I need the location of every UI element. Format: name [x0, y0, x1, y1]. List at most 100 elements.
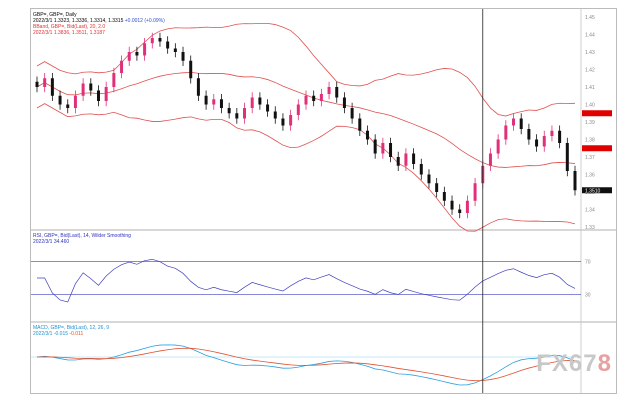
- candle-body: [58, 95, 62, 105]
- candle-body: [158, 38, 162, 42]
- candle-body: [189, 60, 193, 79]
- candle-body: [419, 164, 423, 175]
- candle-body: [312, 95, 316, 101]
- price-marker: [582, 145, 612, 152]
- candle-body: [304, 95, 308, 105]
- candle-body: [273, 111, 277, 119]
- candle-body: [289, 115, 293, 126]
- candle-body: [412, 153, 416, 164]
- price-tick-label: 1.44: [585, 33, 595, 39]
- candle-body: [250, 97, 254, 108]
- price-tick-label: 1.34: [585, 208, 595, 214]
- candle-body: [512, 118, 516, 126]
- candle-body: [89, 83, 93, 91]
- candle-body: [219, 99, 223, 108]
- candle-body: [573, 171, 577, 191]
- bband-middle: [36, 71, 576, 168]
- price-tick-label: 1.37: [585, 155, 595, 161]
- macd-values-row: 2022/3/1 -0.015 -0.011: [33, 331, 109, 337]
- macd-signal-line: [36, 347, 576, 382]
- price-tick-label: 1.39: [585, 120, 595, 126]
- candle-body: [319, 94, 323, 101]
- candle-body: [365, 130, 369, 140]
- candle-body: [120, 60, 124, 73]
- candle-body: [166, 41, 170, 49]
- candle-body: [50, 78, 54, 96]
- bband-lower: [36, 103, 576, 232]
- candle-body: [258, 97, 262, 105]
- candle-body: [81, 83, 85, 96]
- price-tick-label: 1.36: [585, 173, 595, 179]
- candle-body: [350, 108, 354, 119]
- candle-body: [181, 52, 185, 61]
- watermark-accent: 8: [597, 350, 612, 377]
- rsi-value: 2022/3/1 34.460: [33, 239, 70, 245]
- rsi-tick-label: 30: [585, 292, 591, 298]
- candle-body: [327, 87, 331, 94]
- chart-frame: 1.45 1.44 1.43 1.42 1.41 1.40 1.39 1.38 1.37 1.36…: [30, 8, 617, 394]
- candle-body: [212, 99, 216, 105]
- signal-value: -0.011: [69, 331, 84, 337]
- candle-body: [43, 78, 47, 87]
- candle-body: [535, 139, 539, 147]
- candle-body: [143, 43, 147, 56]
- price-tick-label: 1.42: [585, 68, 595, 74]
- candle-body: [565, 143, 569, 171]
- price-tick-label: 1.40: [585, 103, 595, 109]
- chart-canvas[interactable]: 1.45 1.44 1.43 1.42 1.41 1.40 1.39 1.38 1.37 1.36…: [31, 9, 616, 393]
- candle-body: [373, 139, 377, 154]
- price-change: +0.0012 (+0.09%): [124, 18, 165, 24]
- candle-body: [243, 108, 247, 119]
- price-tick-label: 1.45: [585, 15, 595, 21]
- candle-body: [96, 90, 100, 101]
- macd-value: 2022/3/1 -0.015: [33, 331, 69, 337]
- candle-body: [73, 95, 77, 108]
- candle-body: [504, 125, 508, 140]
- candle-body: [135, 52, 139, 56]
- watermark-text: FX67: [536, 350, 598, 377]
- candle-body: [488, 153, 492, 166]
- candle-body: [173, 48, 177, 52]
- watermark-logo: FX678: [536, 350, 612, 378]
- candle-body: [527, 129, 531, 140]
- rsi-header: RSI, GBP=, Bid(Last), 14, Wilder Smoothi…: [33, 233, 131, 245]
- candle-body: [473, 183, 477, 201]
- candle-body: [235, 113, 239, 119]
- candle-body: [358, 118, 362, 131]
- candle-body: [396, 157, 400, 166]
- candle-body: [550, 130, 554, 136]
- candle-body: [496, 139, 500, 154]
- candle-body: [389, 143, 393, 157]
- candle-body: [127, 52, 131, 61]
- candle-body: [542, 136, 546, 147]
- candle-body: [335, 87, 339, 98]
- rsi-line: [37, 258, 576, 303]
- rsi-tick-label: 70: [585, 260, 591, 266]
- main-header: GBP=, GBP=, Daily 2022/3/1 1.3323, 1.333…: [33, 12, 165, 36]
- candle-body: [458, 209, 462, 213]
- price-tick-label: 1.33: [585, 225, 595, 231]
- candle-body: [112, 73, 116, 87]
- candle-body: [342, 97, 346, 108]
- price-tick-label: 1.38: [585, 138, 595, 144]
- candle-body: [427, 174, 431, 184]
- candle-body: [35, 81, 39, 87]
- candle-body: [519, 118, 523, 129]
- candle-body: [442, 192, 446, 201]
- candle-body: [150, 38, 154, 44]
- bband-values: 2022/3/1 1.3836, 1.3511, 1.3187: [33, 30, 105, 36]
- candle-body: [66, 104, 70, 108]
- candle-body: [404, 153, 408, 166]
- candle-body: [104, 87, 108, 101]
- candle-body: [450, 200, 454, 210]
- candle-body: [381, 143, 385, 154]
- macd-header: MACD, GBP=, Bid(Last), 12, 26, 9 2022/3/…: [33, 325, 109, 337]
- candle-body: [227, 108, 231, 114]
- candle-body: [465, 200, 469, 213]
- candle-body: [558, 130, 562, 143]
- price-marker: [582, 110, 612, 117]
- candle-body: [196, 78, 200, 96]
- price-tick-label: 1.41: [585, 85, 595, 91]
- price-tick-label: 1.43: [585, 50, 595, 56]
- candle-body: [435, 183, 439, 192]
